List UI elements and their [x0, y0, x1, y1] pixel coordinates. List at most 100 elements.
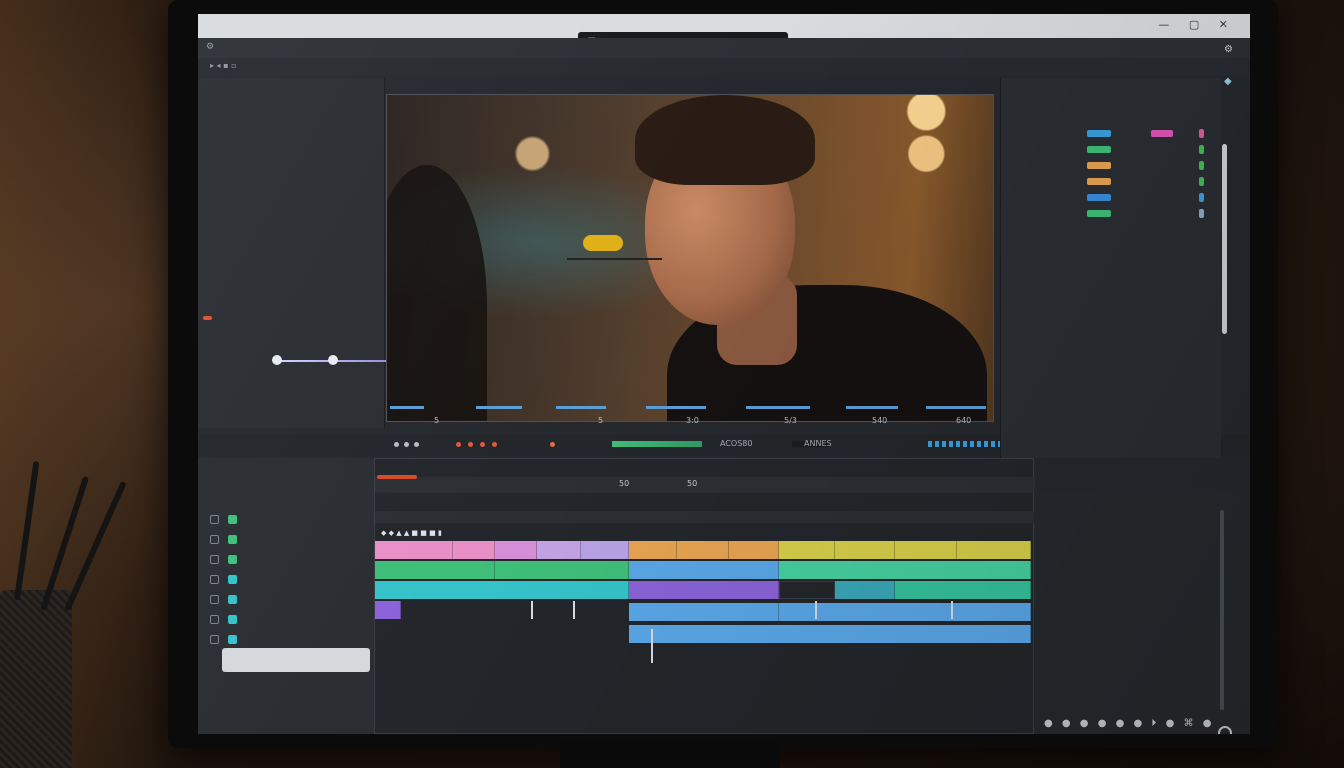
edit-point[interactable] [531, 601, 533, 619]
timeline-clip[interactable] [581, 541, 629, 559]
ruler-timecode: 5 [434, 416, 440, 425]
record-button[interactable] [480, 442, 485, 447]
track-toggle-icon[interactable] [210, 615, 219, 624]
transport-button[interactable] [414, 442, 419, 447]
indicator-dot [1199, 161, 1204, 170]
play-icon[interactable]: ● ● ● ● ● ● ⏵ ● ⌘ ● [1044, 718, 1214, 729]
timeline-clip[interactable] [453, 541, 495, 559]
timeline-clip[interactable] [729, 541, 779, 559]
timeline-clip[interactable] [629, 603, 779, 621]
timeline-clip[interactable] [779, 561, 1031, 579]
timeline-tracks[interactable]: 50 50 ◆ ◆ ▲ ▲ ■ ■ ■ ▮ [374, 458, 1035, 734]
tracking-line [567, 258, 662, 260]
timeline-clip[interactable] [629, 625, 1031, 643]
indicator-dot [1199, 193, 1204, 202]
ruler-timecode: 5/3 [784, 416, 797, 425]
timeline-clip[interactable] [779, 541, 835, 559]
transport-button[interactable] [404, 442, 409, 447]
tracking-object [583, 235, 623, 251]
timeline-clip[interactable] [779, 581, 835, 599]
inspector-row[interactable] [1011, 160, 1211, 172]
timeline-clip[interactable] [835, 581, 895, 599]
track-header[interactable] [206, 592, 366, 608]
track-header[interactable] [206, 612, 366, 628]
ruler-segment [846, 406, 898, 409]
edit-point[interactable] [815, 601, 817, 619]
timeline-clip[interactable] [835, 541, 895, 559]
timeline-clip[interactable] [957, 541, 1031, 559]
tool-icon[interactable]: ▸ ◂ ▪ ▫ [210, 61, 237, 70]
search-icon[interactable]: ⌕ [1224, 18, 1230, 29]
track-header[interactable] [206, 532, 366, 548]
color-swatch [1151, 130, 1173, 137]
inspector-row[interactable] [1011, 192, 1211, 204]
timeline-clip[interactable] [629, 541, 677, 559]
ruler-segment [556, 406, 606, 409]
track-toggle-icon[interactable] [210, 635, 219, 644]
timeline-clip[interactable] [895, 541, 957, 559]
in-out-range[interactable] [377, 475, 417, 479]
timeline-clip[interactable] [629, 581, 779, 599]
timeline-clip[interactable] [895, 581, 1031, 599]
gear-icon[interactable]: ⚙ [206, 42, 214, 52]
video-preview[interactable] [386, 94, 994, 422]
ruler-timecode: 540 [872, 416, 888, 425]
edit-point[interactable] [951, 601, 953, 619]
timeline-clip[interactable] [495, 541, 537, 559]
transport-button[interactable] [394, 442, 399, 447]
track-header[interactable] [206, 552, 366, 568]
track-toggle-icon[interactable] [210, 575, 219, 584]
timeline-ruler[interactable]: 50 50 [375, 477, 1035, 493]
transport-label: ANNES [804, 439, 832, 448]
track-header[interactable] [206, 632, 366, 648]
timeline-clip[interactable] [375, 541, 453, 559]
track-header[interactable] [206, 512, 366, 528]
timeline-clip[interactable] [677, 541, 729, 559]
ruler-label: 50 [687, 479, 698, 488]
record-button[interactable] [492, 442, 497, 447]
timeline-search-input[interactable] [222, 648, 370, 672]
marker-button[interactable] [550, 442, 555, 447]
inspector-row[interactable] [1011, 128, 1211, 140]
track-toggle-icon[interactable] [210, 535, 219, 544]
track-color-icon [228, 555, 237, 564]
gear-icon[interactable]: ⚙ [1224, 44, 1233, 55]
timeline-clip[interactable] [375, 561, 495, 579]
edit-point[interactable] [573, 601, 575, 619]
timeline-clip[interactable] [495, 561, 629, 579]
panel-marker [203, 316, 212, 320]
timeline-clip[interactable] [537, 541, 581, 559]
record-button[interactable] [456, 442, 461, 447]
timeline-vertical-scrollbar[interactable] [1220, 510, 1224, 710]
pencil-cup [0, 590, 72, 768]
inspector-row[interactable] [1011, 176, 1211, 188]
zoom-slider-knob[interactable] [328, 355, 338, 365]
viewer-timecode-ruler: 5 5 5/3 540 3:0 640 [386, 402, 992, 434]
zoom-slider-knob[interactable] [272, 355, 282, 365]
timeline-clip[interactable] [375, 601, 401, 619]
track-toggle-icon[interactable] [210, 555, 219, 564]
record-button[interactable] [468, 442, 473, 447]
foreground-shoulder [387, 165, 487, 421]
inspector-scrollbar[interactable] [1222, 144, 1227, 334]
monitor-stand [560, 740, 780, 768]
playhead[interactable] [651, 629, 653, 663]
track-toggle-icon[interactable] [210, 595, 219, 604]
timeline-clip[interactable] [629, 561, 779, 579]
media-pool-panel [198, 78, 446, 428]
timeline-clip[interactable] [375, 581, 629, 599]
track-toggle-icon[interactable] [210, 515, 219, 524]
timeline-markers[interactable]: ◆ ◆ ▲ ▲ ■ ■ ■ ▮ [381, 529, 442, 537]
settings-icon[interactable]: ◆ [1224, 76, 1232, 87]
color-swatch [1087, 194, 1111, 201]
inspector-row[interactable] [1011, 144, 1211, 156]
settings-icon[interactable] [1218, 726, 1232, 734]
ruler-timecode: 5 [598, 416, 604, 425]
actor-hair [635, 95, 815, 185]
ruler-timecode: 3:0 [686, 416, 699, 425]
audio-meter [612, 441, 702, 447]
track-header[interactable] [206, 572, 366, 588]
monitor-bezel: — ▢ ✕ 𝑻 10 ⚙ ▸ ◂ ▪ ▫ [168, 0, 1278, 748]
inspector-row[interactable] [1011, 208, 1211, 220]
inspector-panel [1000, 78, 1221, 458]
